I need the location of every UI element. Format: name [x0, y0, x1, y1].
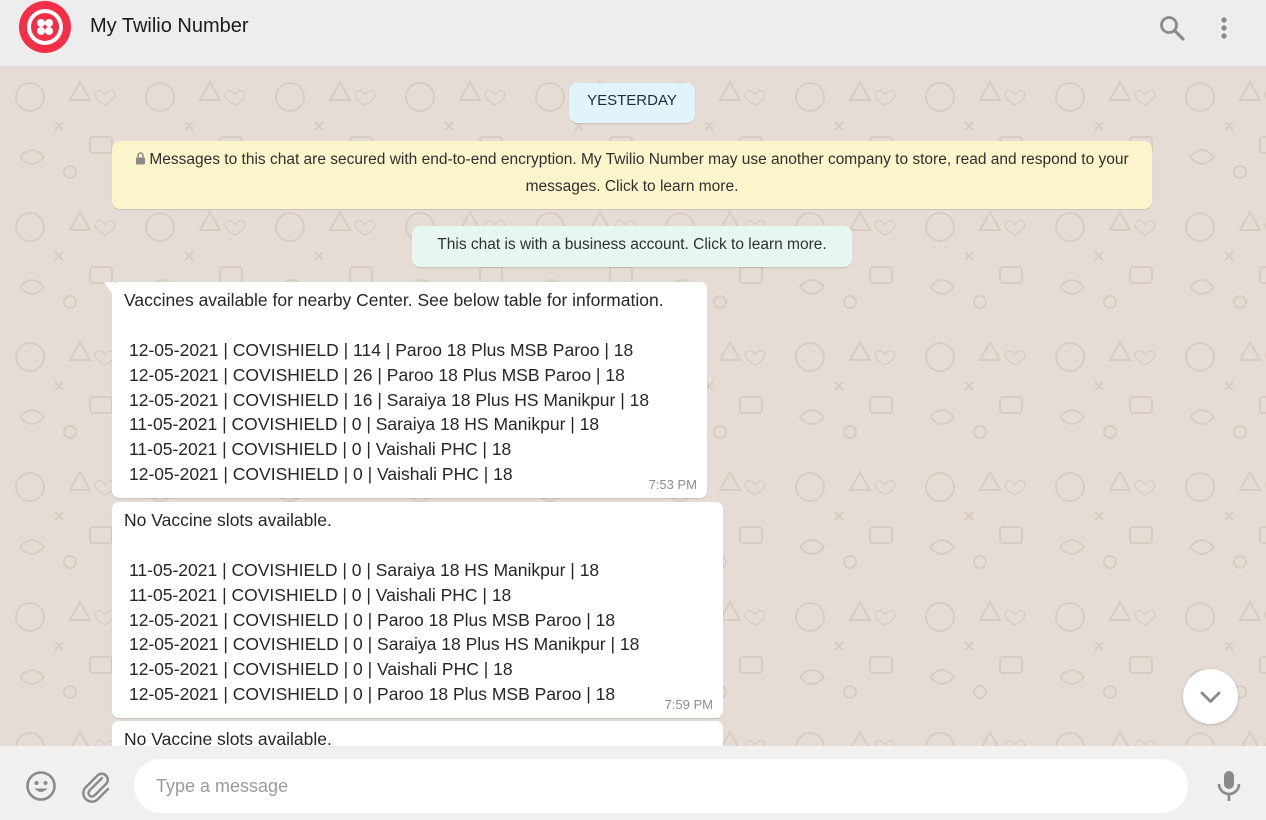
message-table: 11-05-2021 | COVISHIELD | 0 | Saraiya 18…	[124, 558, 711, 707]
bubble-tail	[104, 282, 114, 296]
chevron-down-icon	[1200, 691, 1221, 703]
lock-icon	[136, 152, 146, 165]
date-separator: YESTERDAY	[569, 83, 695, 123]
attach-icon[interactable]	[78, 769, 112, 803]
message-bubble: No Vaccine slots available. 11-05-2021 |…	[112, 502, 723, 718]
table-row: 12-05-2021 | COVISHIELD | 114 | Paroo 18…	[129, 340, 634, 360]
message-text: No Vaccine slots available.	[124, 729, 332, 746]
message-bubble: No Vaccine slots available.	[112, 721, 723, 746]
table-row: 12-05-2021 | COVISHIELD | 0 | Vaishali P…	[129, 659, 513, 680]
chat-pane[interactable]: YESTERDAY Messages to this chat are secu…	[0, 67, 1266, 746]
encryption-notice[interactable]: Messages to this chat are secured with e…	[112, 141, 1152, 209]
chat-header: My Twilio Number	[0, 0, 1266, 67]
message-timestamp: 7:53 PM	[648, 477, 697, 492]
message-input[interactable]	[134, 759, 1188, 813]
table-row: 12-05-2021 | COVISHIELD | 0 | Saraiya 18…	[129, 634, 640, 655]
twilio-logo-avatar[interactable]	[19, 1, 71, 53]
table-row: 11-05-2021 | COVISHIELD | 0 | Saraiya 18…	[129, 414, 600, 435]
table-row: 12-05-2021 | COVISHIELD | 16 | Saraiya 1…	[129, 389, 650, 410]
table-row: 12-05-2021 | COVISHIELD | 26 | Paroo 18 …	[129, 364, 625, 385]
table-row: 12-05-2021 | COVISHIELD | 0 | Paroo 18 P…	[129, 609, 616, 630]
table-row: 11-05-2021 | COVISHIELD | 0 | Vaishali P…	[129, 439, 512, 460]
microphone-icon[interactable]	[1214, 768, 1244, 804]
table-row: 11-05-2021 | COVISHIELD | 0 | Vaishali P…	[129, 584, 512, 605]
message-text: Vaccines available for nearby Center. Se…	[124, 290, 664, 310]
business-account-notice[interactable]: This chat is with a business account. Cl…	[412, 226, 852, 267]
table-row: 12-05-2021 | COVISHIELD | 0 | Vaishali P…	[129, 463, 513, 484]
message-table: 12-05-2021 | COVISHIELD | 114 | Paroo 18…	[124, 338, 695, 487]
message-text: No Vaccine slots available.	[124, 510, 332, 530]
table-row: 12-05-2021 | COVISHIELD | 0 | Paroo 18 P…	[129, 683, 616, 704]
message-timestamp: 7:59 PM	[664, 697, 713, 712]
encryption-notice-text: Messages to this chat are secured with e…	[149, 151, 1129, 195]
emoji-icon[interactable]	[24, 769, 58, 803]
contact-name[interactable]: My Twilio Number	[90, 15, 249, 38]
more-vertical-icon[interactable]	[1210, 14, 1238, 42]
search-icon[interactable]	[1158, 14, 1186, 42]
message-composer	[0, 746, 1266, 820]
table-row: 11-05-2021 | COVISHIELD | 0 | Saraiya 18…	[129, 560, 600, 580]
message-bubble: Vaccines available for nearby Center. Se…	[104, 282, 707, 498]
scroll-to-bottom-button[interactable]	[1183, 669, 1238, 724]
